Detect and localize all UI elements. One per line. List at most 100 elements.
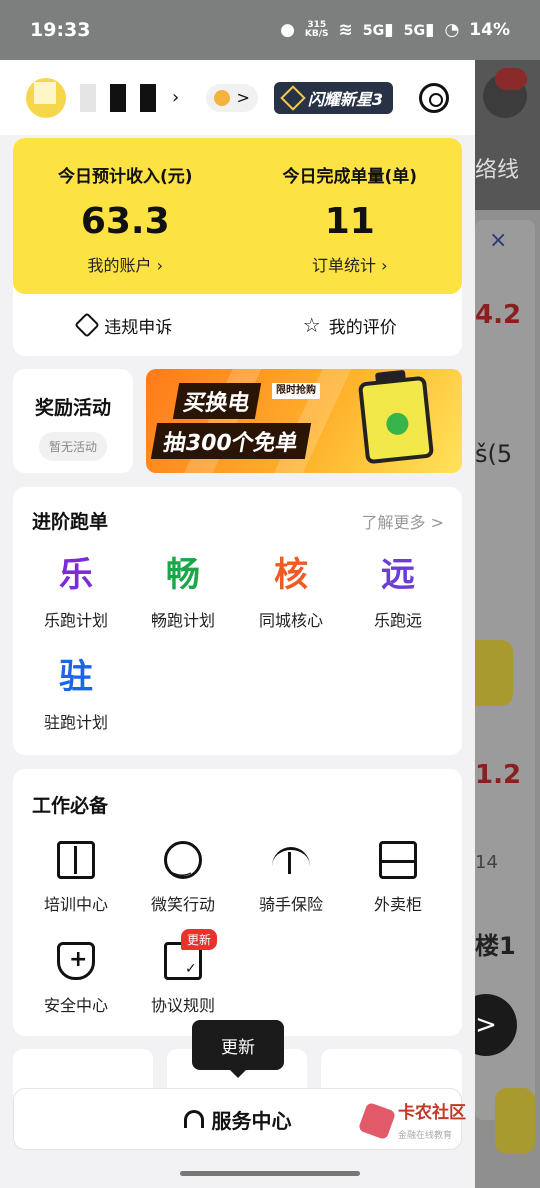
avatar[interactable]	[26, 77, 66, 118]
level-button[interactable]: >	[206, 83, 258, 112]
medal-icon	[214, 89, 231, 106]
plan-label: 乐跑远	[373, 611, 422, 630]
star-level-label: 闪耀新星3	[307, 89, 383, 109]
tool-label: 安全中心	[43, 996, 108, 1015]
orders-label: 今日完成单量(单)	[282, 167, 418, 187]
plan-city-core[interactable]: 核 同城核心	[239, 555, 343, 631]
tool-label: 外卖柜	[373, 895, 422, 914]
plan-label: 驻跑计划	[43, 713, 108, 732]
banner-subline: 抽300个免单	[150, 423, 312, 459]
status-bar: 19:33 ● 315 KB/S ≋ 5G▮ 5G▮ ◔ 14%	[0, 0, 540, 60]
background-value: 4.2	[475, 300, 522, 330]
plan-chang-pao[interactable]: 畅 畅跑计划	[131, 555, 235, 631]
training-center-button[interactable]: 培训中心	[24, 841, 128, 915]
headset-icon	[183, 1110, 204, 1128]
watermark: 卡农社区 金融在线教育	[357, 1098, 466, 1143]
earnings-card: 今日预计收入(元) 63.3 我的账户 › 今日完成单量(单) 11 订单统计 …	[13, 138, 462, 356]
income-label: 今日预计收入(元)	[57, 167, 193, 187]
plan-icon: 乐	[59, 555, 93, 595]
diamond-icon	[280, 84, 306, 111]
promo-banner[interactable]: 买换电 限时抢购 抽300个免单	[146, 369, 462, 473]
watermark-logo	[357, 1101, 397, 1140]
signal-icon-sim1: 5G▮	[362, 20, 394, 40]
complaint-label: 违规申诉	[104, 317, 173, 338]
settings-gear-icon[interactable]	[419, 82, 449, 113]
plan-le-pao-yuan[interactable]: 远 乐跑远	[346, 555, 450, 631]
user-name[interactable]: ›	[80, 83, 180, 112]
agreement-rules-button[interactable]: 协议规则	[131, 942, 235, 1016]
locker-icon	[379, 841, 417, 879]
name-redacted	[140, 83, 156, 112]
watermark-text: 卡农社区	[398, 1103, 466, 1123]
tool-label: 微笑行动	[150, 895, 215, 914]
background-button	[475, 640, 513, 706]
umbrella-icon	[272, 847, 310, 874]
plan-zhu-pao[interactable]: 驻 驻跑计划	[24, 657, 128, 733]
signal-icon-sim2: 5G▮	[403, 20, 435, 40]
background-title: 络线	[475, 158, 520, 183]
income-value: 63.3	[80, 201, 170, 242]
orders-section: 今日完成单量(单) 11 订单统计 ›	[238, 138, 463, 294]
background-app: 络线 × 4.2 š(5 1.2 14 楼1 >	[475, 60, 540, 1188]
plan-icon: 驻	[59, 657, 93, 697]
watermark-subtext: 金融在线教育	[398, 1131, 453, 1141]
wifi-icon: ≋	[338, 20, 353, 40]
plan-label: 乐跑计划	[43, 611, 108, 630]
banner-headline: 买换电	[172, 383, 262, 419]
shield-plus-icon	[57, 942, 95, 980]
advanced-section: 进阶跑单 了解更多 > 乐 乐跑计划 畅 畅跑计划 核 同城核心 远 乐跑远 驻…	[13, 487, 462, 755]
book-icon	[57, 841, 95, 879]
tool-label: 培训中心	[43, 895, 108, 914]
earnings-actions: 违规申诉 ☆ 我的评价	[13, 294, 462, 356]
location-icon: ●	[280, 20, 295, 40]
clock: 19:33	[30, 19, 91, 41]
essentials-title: 工作必备	[32, 795, 109, 817]
star-icon: ☆	[302, 313, 321, 337]
appeal-icon	[74, 312, 100, 338]
safety-center-button[interactable]: 安全中心	[24, 942, 128, 1016]
earnings-summary: 今日预计收入(元) 63.3 我的账户 › 今日完成单量(单) 11 订单统计 …	[13, 138, 462, 294]
plan-icon: 畅	[166, 555, 200, 595]
income-section: 今日预计收入(元) 63.3 我的账户 ›	[13, 138, 238, 294]
profile-drawer: › > 闪耀新星3 今日预计收入(元) 63.3 我的账户 › 今日完成单量(单…	[0, 60, 475, 1188]
background-text: š(5	[475, 440, 513, 468]
service-center-label: 服务中心	[211, 1108, 292, 1133]
name-redacted	[110, 83, 126, 112]
complaint-button[interactable]: 违规申诉	[13, 312, 238, 338]
battery-percent: 14%	[469, 20, 510, 40]
background-button	[495, 1088, 535, 1154]
delivery-locker-button[interactable]: 外卖柜	[346, 841, 450, 915]
chevron-right-icon: >	[236, 88, 250, 107]
tool-label: 协议规则	[150, 996, 215, 1015]
background-text: 楼1	[475, 932, 516, 960]
close-icon: ×	[489, 228, 508, 253]
no-activity-tag: 暂无活动	[38, 432, 107, 461]
order-stats-link[interactable]: 订单统计 ›	[238, 252, 463, 276]
battery-illustration	[357, 375, 435, 465]
my-account-link[interactable]: 我的账户 ›	[13, 252, 238, 276]
star-level-badge[interactable]: 闪耀新星3	[273, 81, 393, 114]
essentials-section: 工作必备 培训中心 微笑行动 骑手保险 外卖柜 安全中心 协议规则 更新	[13, 769, 462, 1036]
drawer-header: › > 闪耀新星3	[0, 60, 475, 135]
smile-icon	[164, 841, 202, 879]
plan-le-pao[interactable]: 乐 乐跑计划	[24, 555, 128, 631]
smile-action-button[interactable]: 微笑行动	[131, 841, 235, 915]
home-indicator[interactable]	[180, 1171, 360, 1176]
rewards-card[interactable]: 奖励活动 暂无活动	[13, 369, 133, 473]
rewards-title: 奖励活动	[34, 397, 111, 419]
banner-tag: 限时抢购	[272, 383, 320, 399]
name-redacted	[80, 83, 96, 112]
my-reviews-button[interactable]: ☆ 我的评价	[238, 313, 463, 338]
advanced-title: 进阶跑单	[32, 511, 109, 533]
network-speed: 315 KB/S	[304, 20, 329, 39]
tool-label: 骑手保险	[258, 895, 323, 914]
my-reviews-label: 我的评价	[328, 317, 397, 338]
new-badge: 更新	[181, 929, 218, 950]
plan-label: 同城核心	[258, 611, 323, 630]
chevron-right-icon: ›	[172, 87, 180, 108]
learn-more-link[interactable]: 了解更多 >	[362, 509, 445, 533]
rider-insurance-button[interactable]: 骑手保险	[239, 841, 343, 915]
check-icon	[385, 411, 410, 436]
update-tooltip: 更新	[192, 1020, 284, 1078]
message-badge	[495, 68, 527, 90]
